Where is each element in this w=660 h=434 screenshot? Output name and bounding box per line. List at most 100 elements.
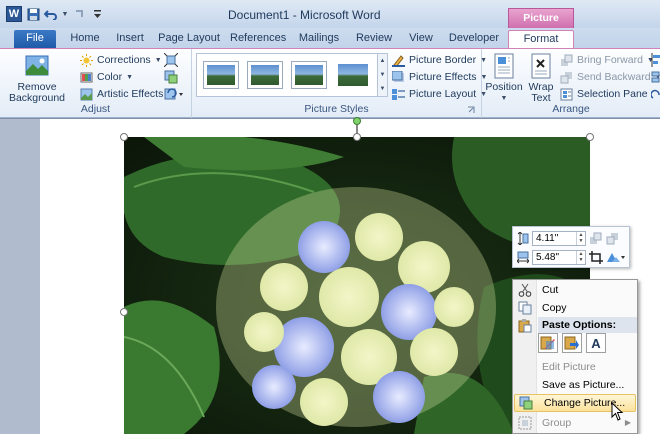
picture-styles-group-label: Picture Styles	[304, 103, 369, 115]
picture-layout-button[interactable]: Picture Layout ▼	[392, 86, 487, 102]
ribbon: Remove Background Corrections ▼ Color ▼ Ar…	[0, 48, 660, 118]
picture-layout-icon	[392, 88, 405, 100]
bring-forward-mini-icon[interactable]	[589, 232, 603, 245]
tab-view[interactable]: View	[405, 30, 437, 48]
paste-merge-formatting-button[interactable]	[562, 333, 582, 353]
group-objects-icon[interactable]	[651, 70, 660, 84]
height-spinner[interactable]: 4.11" ▲ ▼	[532, 231, 586, 246]
tab-file[interactable]: File	[14, 30, 56, 48]
wrap-text-label: Wrap Text	[528, 81, 554, 104]
bring-forward-label: Bring Forward	[577, 54, 643, 66]
picture-layout-label: Picture Layout	[409, 88, 477, 100]
remove-background-icon	[25, 55, 49, 76]
tab-home[interactable]: Home	[68, 30, 102, 48]
undo-icon[interactable]	[44, 7, 58, 21]
width-spinner[interactable]: 5.48" ▲ ▼	[532, 250, 586, 265]
title-bar: W ▼ Document1 - Microsoft Word Picture T…	[0, 0, 660, 42]
position-label: Position	[485, 81, 523, 93]
gallery-more-icon[interactable]: ▼	[380, 86, 386, 92]
menu-item-copy[interactable]: Copy	[513, 299, 637, 317]
selection-pane-button[interactable]: Selection Pane	[560, 86, 648, 102]
picture-effects-button[interactable]: Picture Effects ▼	[392, 69, 487, 85]
arrange-group: Position ▼ Wrap Text Bring Forward ▼ Send…	[482, 49, 660, 118]
clipboard-icon	[518, 319, 532, 333]
style-thumbnail-1[interactable]	[203, 61, 239, 89]
resize-handle-left[interactable]	[120, 308, 128, 316]
picture-border-button[interactable]: Picture Border ▼	[392, 52, 487, 68]
mini-toolbar: 4.11" ▲ ▼ 5.48" ▲ ▼	[512, 226, 630, 268]
position-button[interactable]: Position ▼	[485, 53, 523, 104]
style-thumbnail-3[interactable]	[291, 61, 327, 89]
artistic-effects-button[interactable]: Artistic Effects▼	[80, 86, 174, 102]
resize-handle-top-left[interactable]	[120, 133, 128, 141]
picture-tools-header: Picture Tools	[508, 8, 574, 42]
tab-developer[interactable]: Developer	[447, 30, 501, 48]
menu-item-cut[interactable]: Cut	[513, 281, 637, 299]
menu-item-save-as-picture[interactable]: Save as Picture...	[513, 376, 637, 394]
wrap-text-icon	[531, 53, 551, 79]
menu-item-edit-picture[interactable]: Edit Picture	[513, 358, 637, 376]
corrections-dropdown-icon: ▼	[154, 56, 162, 64]
bring-forward-button[interactable]: Bring Forward ▼	[560, 52, 654, 68]
tab-format[interactable]: Format	[508, 30, 574, 48]
shape-width-icon	[517, 251, 529, 264]
gallery-up-icon[interactable]: ▲	[380, 58, 386, 64]
ribbon-tabs: File Home Insert Page Layout References …	[0, 28, 660, 48]
wrap-text-button[interactable]: Wrap Text	[524, 53, 558, 104]
change-picture-ribbon-icon[interactable]	[164, 70, 178, 84]
adjust-group: Remove Background Corrections ▼ Color ▼ Ar…	[0, 49, 192, 118]
paste-text-only-button[interactable]: A	[586, 333, 606, 353]
tab-references[interactable]: References	[230, 30, 286, 48]
rotate-handle[interactable]	[353, 117, 361, 125]
shape-height-icon	[517, 232, 529, 245]
tab-mailings[interactable]: Mailings	[296, 30, 342, 48]
word-logo-icon[interactable]: W	[6, 6, 22, 22]
style-thumbnail-4[interactable]	[335, 61, 371, 89]
width-spinner-arrows[interactable]: ▲ ▼	[576, 251, 585, 264]
color-dropdown-icon: ▼	[126, 73, 134, 81]
change-picture-icon	[519, 396, 533, 410]
window-title: Document1 - Microsoft Word	[228, 8, 381, 22]
undo-dropdown-icon[interactable]: ▼	[62, 7, 69, 21]
customize-qat-icon[interactable]	[90, 7, 104, 21]
submenu-arrow-icon: ▶	[624, 418, 631, 427]
color-button[interactable]: Color ▼	[80, 69, 133, 85]
height-value: 4.11"	[536, 233, 559, 244]
tab-page-layout[interactable]: Page Layout	[158, 30, 220, 48]
quick-access-toolbar: W ▼	[6, 6, 104, 22]
artistic-effects-icon	[80, 88, 93, 100]
picture-styles-gallery[interactable]: ▲ ▼ ▼	[196, 53, 388, 97]
save-icon[interactable]	[26, 7, 40, 21]
remove-background-button[interactable]: Remove Background	[8, 53, 66, 104]
menu-copy-label: Copy	[542, 302, 567, 314]
redo-icon[interactable]	[72, 7, 86, 21]
send-backward-mini-icon[interactable]	[606, 232, 620, 245]
paste-keep-formatting-button[interactable]	[538, 333, 558, 353]
adjust-group-label: Adjust	[80, 103, 111, 115]
picture-effects-icon	[392, 70, 404, 82]
send-backward-label: Send Backward	[577, 71, 651, 83]
send-backward-button[interactable]: Send Backward ▼	[560, 69, 660, 85]
rotate-icon[interactable]	[651, 87, 660, 101]
align-icon[interactable]	[651, 53, 660, 67]
tab-review[interactable]: Review	[354, 30, 394, 48]
scissors-icon	[518, 283, 532, 297]
resize-handle-top[interactable]	[353, 133, 361, 141]
height-spinner-arrows[interactable]: ▲ ▼	[576, 232, 585, 245]
gallery-down-icon[interactable]: ▼	[380, 72, 386, 78]
compress-pictures-icon[interactable]	[164, 53, 178, 67]
position-icon	[494, 53, 514, 79]
tab-insert[interactable]: Insert	[112, 30, 148, 48]
style-thumbnail-2[interactable]	[247, 61, 283, 89]
paste-keep-formatting-icon	[540, 336, 555, 350]
menu-edit-picture-label: Edit Picture	[542, 361, 596, 373]
picture-border-label: Picture Border	[409, 54, 477, 66]
height-row: 4.11" ▲ ▼	[517, 231, 620, 246]
resize-handle-top-right[interactable]	[586, 133, 594, 141]
picture-styles-launcher-icon[interactable]	[467, 106, 475, 114]
wrap-text-mini-icon[interactable]	[606, 251, 626, 264]
crop-icon[interactable]	[589, 251, 603, 264]
reset-picture-icon[interactable]	[164, 87, 184, 101]
gallery-scroll[interactable]: ▲ ▼ ▼	[377, 54, 387, 96]
corrections-button[interactable]: Corrections ▼	[80, 52, 162, 68]
